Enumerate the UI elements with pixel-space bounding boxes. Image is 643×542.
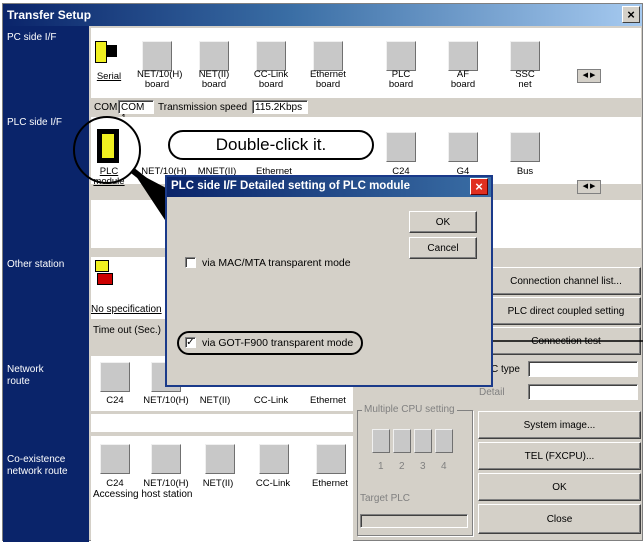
plc-module-detail-dialog: PLC side I/F Detailed setting of PLC mod… <box>165 175 493 387</box>
highlight-circle <box>73 116 141 184</box>
double-click-callout: Double-click it. <box>168 130 374 160</box>
mac-mta-checkbox[interactable] <box>185 257 196 268</box>
dialog-close-button[interactable]: × <box>470 178 488 195</box>
got-f900-checkbox[interactable]: ✓ <box>185 337 196 348</box>
got-f900-label: via GOT-F900 transparent mode <box>202 337 354 349</box>
dialog-titlebar: PLC side I/F Detailed setting of PLC mod… <box>167 177 491 197</box>
dialog-title: PLC side I/F Detailed setting of PLC mod… <box>171 180 410 192</box>
dialog-cancel-button[interactable]: Cancel <box>409 237 477 259</box>
dialog-ok-button[interactable]: OK <box>409 211 477 233</box>
mac-mta-label: via MAC/MTA transparent mode <box>202 257 351 269</box>
